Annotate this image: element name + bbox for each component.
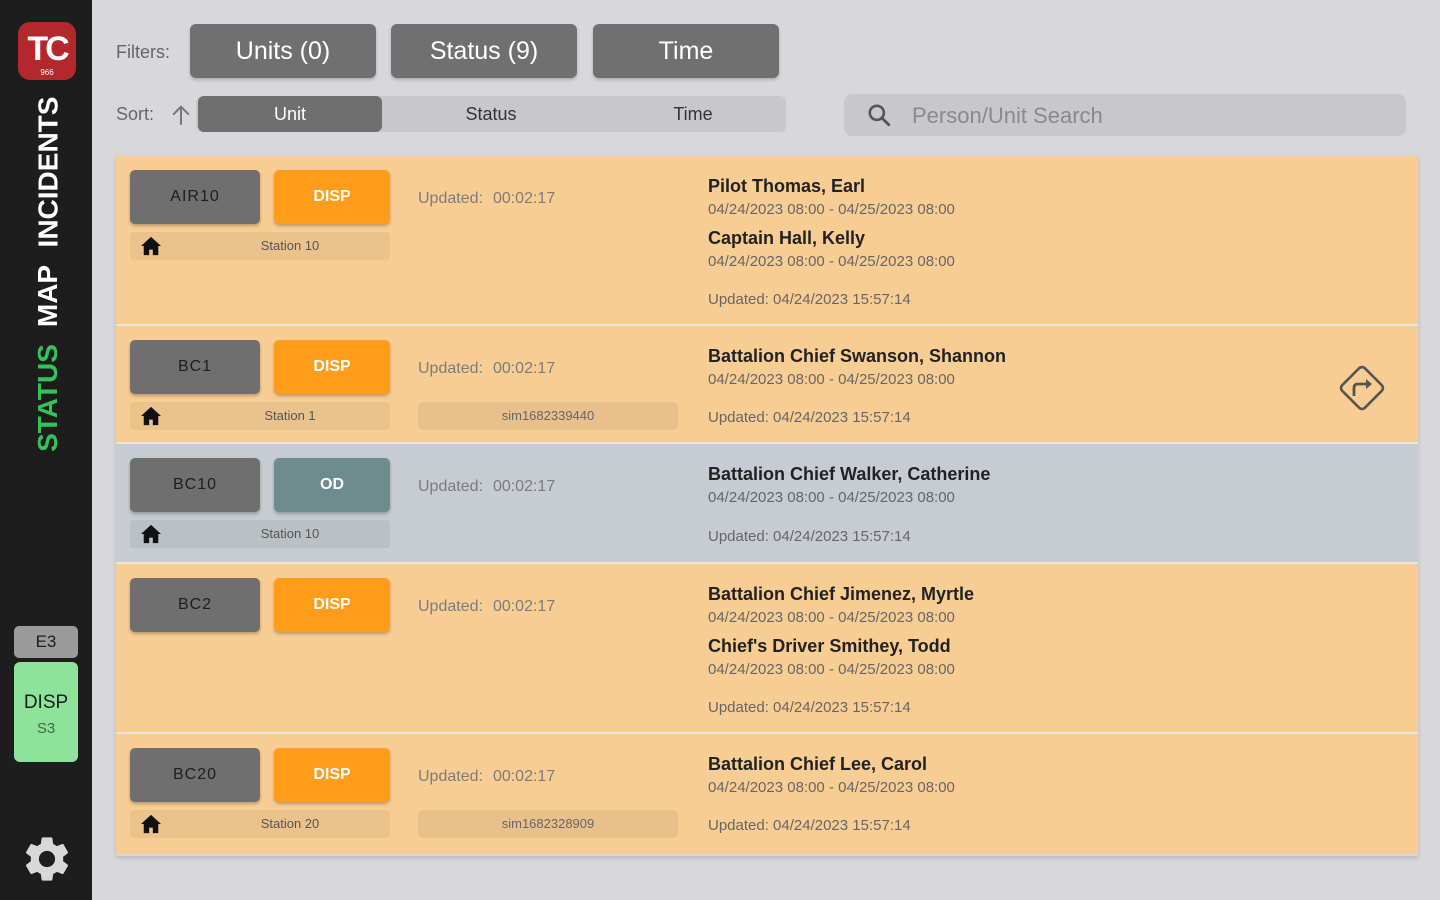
sim-id: sim1682339440 — [418, 402, 678, 430]
directions-icon[interactable] — [1334, 360, 1390, 416]
units-filter-button[interactable]: Units (0) — [190, 24, 376, 78]
status-button[interactable]: DISP — [274, 748, 390, 802]
station-name: Station 20 — [260, 816, 320, 831]
nav-incidents[interactable]: INCIDENTS — [30, 94, 66, 250]
status-button[interactable]: DISP — [274, 340, 390, 394]
row-updated-timestamp: Updated: 04/24/2023 15:57:14 — [708, 699, 911, 716]
sim-id: sim1682328909 — [418, 810, 678, 838]
sort-option-unit[interactable]: Unit — [198, 96, 382, 132]
person-name: Battalion Chief Walker, Catherine — [708, 464, 991, 484]
person-shift: 04/24/2023 08:00 - 04/25/2023 08:00 — [708, 489, 955, 506]
person-name: Captain Hall, Kelly — [708, 228, 866, 248]
current-unit-label: E3 — [14, 626, 78, 658]
time-filter-button[interactable]: Time — [593, 24, 779, 78]
elapsed-updated: Updated: 00:02:17 — [418, 478, 555, 496]
row-updated-timestamp: Updated: 04/24/2023 15:57:14 — [708, 409, 911, 426]
updated-label: Updated: — [418, 360, 483, 377]
person-name: Battalion Chief Swanson, Shannon — [708, 346, 1007, 366]
status-button[interactable]: OD — [274, 458, 390, 512]
updated-label: Updated: — [418, 768, 483, 785]
row-updated-timestamp: Updated: 04/24/2023 15:57:14 — [708, 817, 911, 834]
person-name: Chief's Driver Smithey, Todd — [708, 636, 951, 656]
unit-row[interactable]: BC20 DISP Station 20 Updated: 00:02:17 si… — [116, 734, 1418, 854]
crew-list: Battalion Chief Swanson, Shannon 04/24/2… — [708, 344, 1268, 396]
current-unit-status[interactable]: DISP S3 — [14, 662, 78, 762]
unit-row[interactable]: BC10 OD Station 10 Updated: 00:02:17 Batt… — [116, 444, 1418, 564]
home-icon — [141, 236, 161, 256]
current-unit-card[interactable]: E3 DISP S3 — [14, 626, 78, 766]
unit-row[interactable]: BC1 DISP Station 1 Updated: 00:02:17 sim1… — [116, 326, 1418, 444]
updated-label: Updated: — [418, 190, 483, 207]
crew-list: Battalion Chief Walker, Catherine 04/24/… — [708, 462, 1268, 514]
nav-map[interactable]: MAP — [30, 262, 66, 330]
person-name: Pilot Thomas, Earl — [708, 176, 866, 196]
nav-status-label: STATUS — [32, 344, 63, 452]
row-updated-timestamp: Updated: 04/24/2023 15:57:14 — [708, 291, 911, 308]
unit-button[interactable]: AIR10 — [130, 170, 260, 224]
updated-label: Updated: — [418, 598, 483, 615]
home-icon — [141, 406, 161, 426]
unit-button[interactable]: BC2 — [130, 578, 260, 632]
status-button[interactable]: DISP — [274, 578, 390, 632]
sort-label: Sort: — [116, 104, 155, 124]
current-station-text: S3 — [36, 720, 56, 737]
station-bar: Station 10 — [130, 232, 390, 260]
row-updated-timestamp: Updated: 04/24/2023 15:57:14 — [708, 528, 911, 545]
station-name: Station 10 — [260, 238, 320, 253]
arrow-up-icon[interactable] — [170, 104, 192, 126]
unit-button[interactable]: BC10 — [130, 458, 260, 512]
nav-incidents-label: INCIDENTS — [32, 96, 63, 248]
person-shift: 04/24/2023 08:00 - 04/25/2023 08:00 — [708, 201, 955, 218]
updated-elapsed: 00:02:17 — [492, 190, 556, 207]
filters-label: Filters: — [116, 42, 170, 62]
unit-button[interactable]: BC1 — [130, 340, 260, 394]
person-name: Battalion Chief Jimenez, Myrtle — [708, 584, 975, 604]
unit-list: AIR10 DISP Station 10 Updated: 00:02:17 P… — [116, 156, 1418, 856]
elapsed-updated: Updated: 00:02:17 — [418, 598, 555, 616]
person-name: Battalion Chief Lee, Carol — [708, 754, 928, 774]
sort-option-status[interactable]: Status — [394, 96, 588, 132]
station-name: Station 10 — [260, 526, 320, 541]
person-shift: 04/24/2023 08:00 - 04/25/2023 08:00 — [708, 253, 955, 270]
gear-icon[interactable] — [20, 832, 74, 886]
crew-list: Battalion Chief Lee, Carol 04/24/2023 08… — [708, 752, 1268, 804]
station-bar: Station 20 — [130, 810, 390, 838]
logo-subtext: 966 — [40, 68, 54, 77]
updated-elapsed: 00:02:17 — [492, 360, 556, 377]
status-button[interactable]: DISP — [274, 170, 390, 224]
home-icon — [141, 524, 161, 544]
updated-elapsed: 00:02:17 — [492, 478, 556, 495]
station-bar: Station 10 — [130, 520, 390, 548]
person-shift: 04/24/2023 08:00 - 04/25/2023 08:00 — [708, 609, 955, 626]
person-shift: 04/24/2023 08:00 - 04/25/2023 08:00 — [708, 371, 955, 388]
unit-row[interactable]: AIR10 DISP Station 10 Updated: 00:02:17 P… — [116, 156, 1418, 326]
search-input[interactable] — [910, 94, 1394, 138]
crew-list: Pilot Thomas, Earl 04/24/2023 08:00 - 04… — [708, 174, 1268, 278]
person-shift: 04/24/2023 08:00 - 04/25/2023 08:00 — [708, 661, 955, 678]
sort-options: Unit Status Time — [196, 96, 786, 132]
nav-map-label: MAP — [32, 264, 64, 328]
crew-list: Battalion Chief Jimenez, Myrtle 04/24/20… — [708, 582, 1268, 686]
station-bar: Station 1 — [130, 402, 390, 430]
person-shift: 04/24/2023 08:00 - 04/25/2023 08:00 — [708, 779, 955, 796]
nav-status[interactable]: STATUS — [30, 342, 66, 454]
updated-elapsed: 00:02:17 — [492, 768, 556, 785]
elapsed-updated: Updated: 00:02:17 — [418, 768, 555, 786]
updated-label: Updated: — [418, 478, 483, 495]
home-icon — [141, 814, 161, 834]
status-filter-button[interactable]: Status (9) — [391, 24, 577, 78]
station-name: Station 1 — [264, 408, 316, 423]
sidebar: TC 966 INCIDENTS MAP STATUS E3 DISP S3 — [0, 0, 92, 900]
unit-button[interactable]: BC20 — [130, 748, 260, 802]
current-status-text: DISP — [23, 692, 69, 713]
sort-option-time[interactable]: Time — [596, 96, 790, 132]
search-icon — [868, 104, 891, 127]
app-logo: TC 966 — [18, 22, 76, 80]
elapsed-updated: Updated: 00:02:17 — [418, 190, 555, 208]
unit-row[interactable]: BC2 DISP Updated: 00:02:17 Battalion Chie… — [116, 564, 1418, 734]
elapsed-updated: Updated: 00:02:17 — [418, 360, 555, 378]
search-box — [844, 94, 1406, 138]
updated-elapsed: 00:02:17 — [492, 598, 556, 615]
logo-text: TC — [27, 30, 69, 68]
